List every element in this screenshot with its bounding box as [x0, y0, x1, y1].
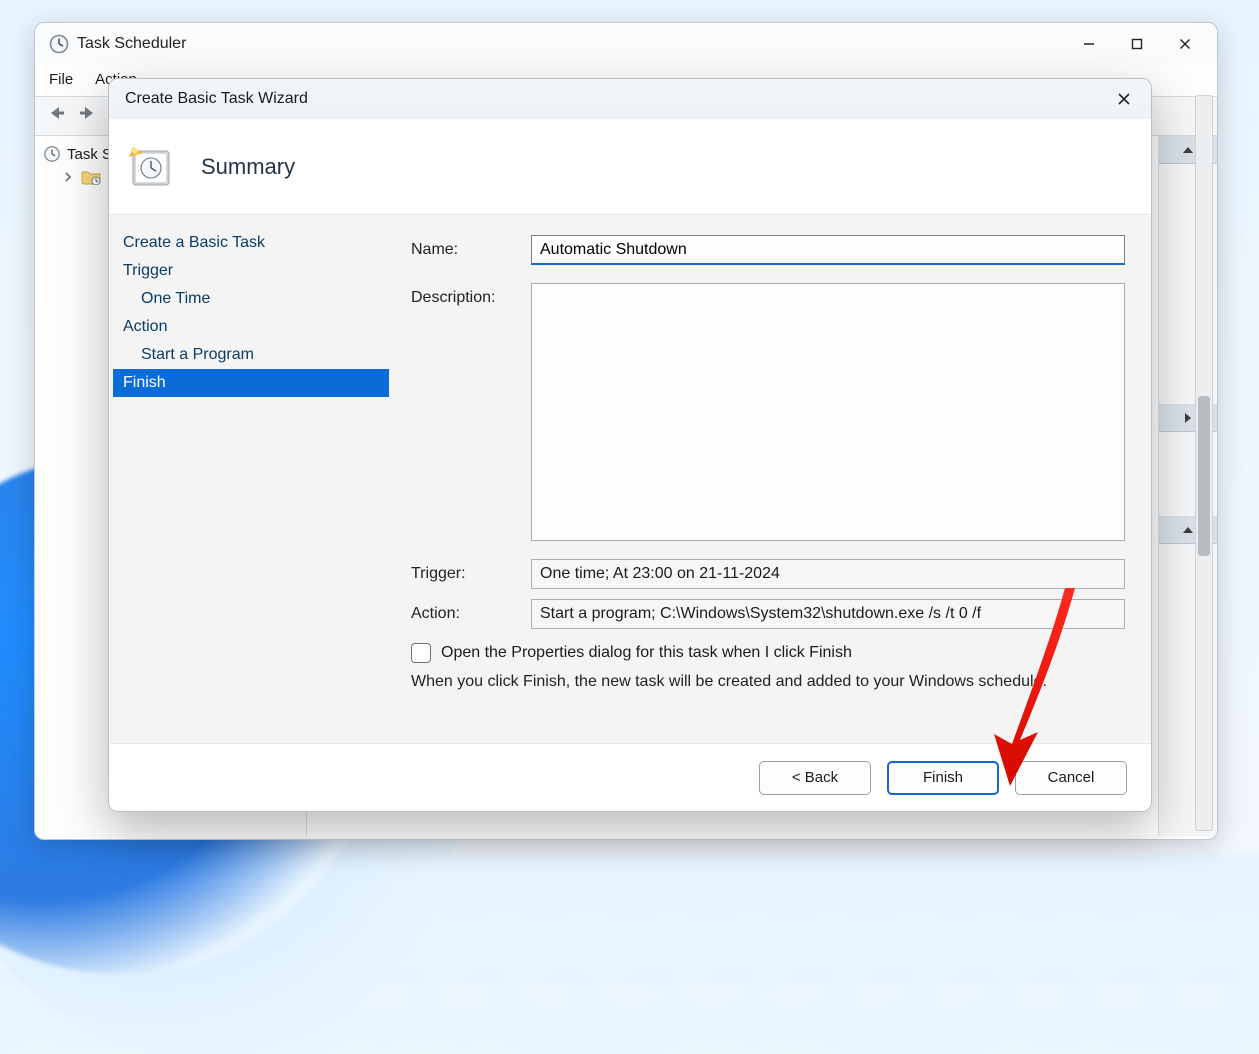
dialog-titlebar: Create Basic Task Wizard [109, 79, 1151, 119]
wizard-step-title: Summary [201, 154, 295, 180]
trigger-summary: One time; At 23:00 on 21-11-2024 [531, 559, 1125, 589]
titlebar: Task Scheduler [35, 23, 1217, 65]
cancel-button-label: Cancel [1048, 769, 1095, 786]
name-field[interactable] [531, 235, 1125, 265]
wizard-clock-icon [123, 143, 175, 191]
scrollbar-thumb[interactable] [1198, 396, 1210, 556]
dialog-button-row: < Back Finish Cancel [109, 743, 1151, 811]
trigger-summary-text: One time; At 23:00 on 21-11-2024 [540, 565, 780, 583]
sidebar-item-action[interactable]: Action [113, 313, 389, 341]
finish-button-label: Finish [923, 769, 963, 786]
nav-back-button[interactable] [41, 99, 71, 127]
maximize-button[interactable] [1113, 25, 1161, 63]
sidebar-item-action-detail[interactable]: Start a Program [113, 341, 389, 369]
sidebar-item-trigger-detail[interactable]: One Time [113, 285, 389, 313]
clock-icon [49, 34, 69, 54]
open-properties-row[interactable]: Open the Properties dialog for this task… [411, 643, 1125, 663]
open-properties-checkbox[interactable] [411, 643, 431, 663]
cancel-button[interactable]: Cancel [1015, 761, 1127, 795]
label-action: Action: [411, 599, 515, 623]
open-properties-label: Open the Properties dialog for this task… [441, 644, 852, 662]
folder-icon [81, 169, 101, 185]
minimize-button[interactable] [1065, 25, 1113, 63]
label-name: Name: [411, 235, 515, 259]
sidebar-item-trigger[interactable]: Trigger [113, 257, 389, 285]
window-scrollbar[interactable] [1195, 95, 1213, 831]
action-summary-text: Start a program; C:\Windows\System32\shu… [540, 605, 981, 623]
finish-hint: When you click Finish, the new task will… [411, 673, 1125, 691]
finish-button[interactable]: Finish [887, 761, 999, 795]
label-trigger: Trigger: [411, 559, 515, 583]
chevron-right-icon [63, 172, 75, 182]
close-button[interactable] [1161, 25, 1209, 63]
dialog-close-button[interactable] [1105, 83, 1143, 115]
back-button-label: < Back [792, 769, 838, 786]
clock-icon [43, 145, 61, 163]
window-title: Task Scheduler [77, 35, 186, 53]
dialog-title: Create Basic Task Wizard [125, 90, 308, 108]
description-field[interactable] [531, 283, 1125, 541]
wizard-sidebar: Create a Basic Task Trigger One Time Act… [109, 215, 393, 743]
action-summary: Start a program; C:\Windows\System32\shu… [531, 599, 1125, 629]
wizard-form: Name: Description: Trigger: One time; At… [393, 215, 1151, 743]
dialog-banner: Summary [109, 119, 1151, 215]
menu-file[interactable]: File [49, 71, 73, 88]
back-button[interactable]: < Back [759, 761, 871, 795]
sidebar-item-create-basic-task[interactable]: Create a Basic Task [113, 229, 389, 257]
nav-forward-button[interactable] [73, 99, 103, 127]
create-task-wizard-dialog: Create Basic Task Wizard Summary Create … [108, 78, 1152, 812]
sidebar-item-finish[interactable]: Finish [113, 369, 389, 397]
label-description: Description: [411, 283, 515, 307]
